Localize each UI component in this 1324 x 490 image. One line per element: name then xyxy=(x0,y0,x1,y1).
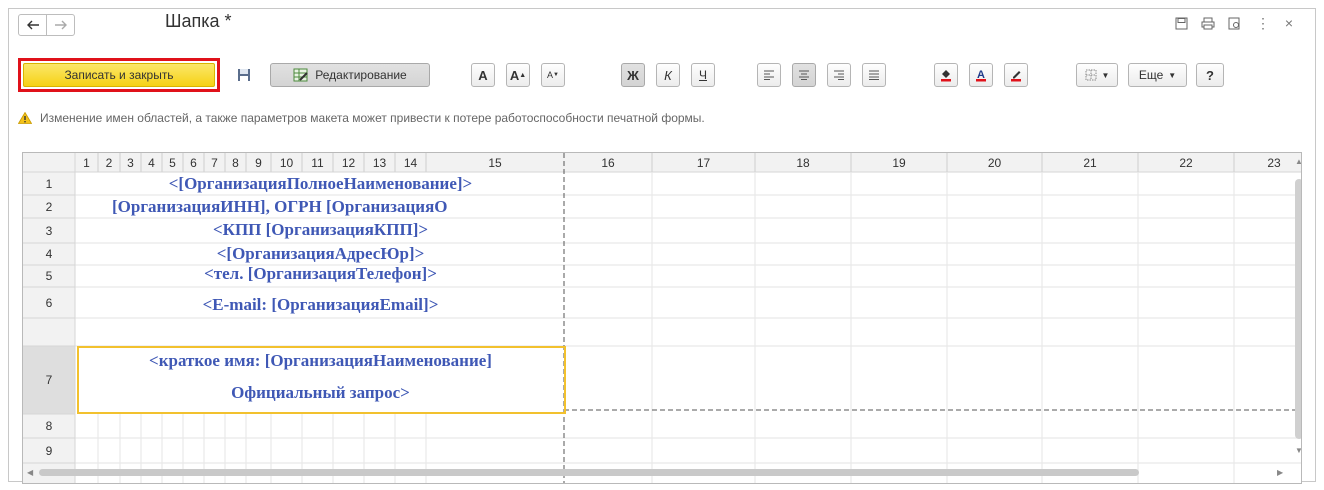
align-right-icon xyxy=(834,70,844,80)
align-left-icon xyxy=(764,70,774,80)
pencil-icon xyxy=(1011,71,1021,82)
vertical-scrollbar[interactable] xyxy=(1295,179,1301,439)
more-vertical-icon[interactable]: ⋮ xyxy=(1254,14,1272,32)
row-header[interactable]: 1 xyxy=(23,172,75,195)
printer-icon[interactable] xyxy=(1199,14,1217,32)
column-header[interactable]: 19 xyxy=(851,153,947,172)
font-grow-button[interactable]: A ▲ xyxy=(506,63,530,87)
warning-icon xyxy=(18,112,32,124)
column-header[interactable]: 6 xyxy=(183,153,204,172)
edit-grid-icon xyxy=(293,68,308,82)
column-header[interactable]: 16 xyxy=(564,153,652,172)
row-header[interactable]: 6 xyxy=(23,287,75,318)
font-grow-label: A xyxy=(509,67,520,83)
close-icon[interactable]: × xyxy=(1280,14,1298,32)
column-header[interactable]: 4 xyxy=(141,153,162,172)
column-header[interactable]: 1 xyxy=(75,153,98,172)
font-shrink-button[interactable]: A ▼ xyxy=(541,63,565,87)
fill-color-button[interactable] xyxy=(934,63,958,87)
edit-mode-toggle[interactable]: Редактирование xyxy=(270,63,430,87)
row-header[interactable]: 4 xyxy=(23,243,75,265)
arrow-right-icon xyxy=(54,20,67,30)
align-justify-icon xyxy=(869,70,879,80)
align-center-button[interactable] xyxy=(792,63,816,87)
column-header[interactable]: 22 xyxy=(1138,153,1234,172)
font-button[interactable]: A xyxy=(471,63,495,87)
row-header[interactable]: 7 xyxy=(23,318,75,414)
align-right-button[interactable] xyxy=(827,63,851,87)
paint-bucket-icon xyxy=(941,70,951,82)
row-header[interactable]: 5 xyxy=(23,265,75,287)
column-header[interactable]: 9 xyxy=(246,153,271,172)
column-header[interactable]: 7 xyxy=(204,153,225,172)
save-close-highlight: Записать и закрыть xyxy=(18,58,220,92)
column-header[interactable]: 13 xyxy=(364,153,395,172)
scroll-right-icon[interactable]: ▶ xyxy=(1277,468,1283,477)
align-center-icon xyxy=(799,70,809,80)
align-left-button[interactable] xyxy=(757,63,781,87)
border-color-button[interactable] xyxy=(1004,63,1028,87)
warning-message: Изменение имен областей, а также парамет… xyxy=(18,111,705,125)
column-header[interactable]: 2 xyxy=(98,153,120,172)
cell-org-email[interactable]: <E-mail: [ОрганизацияEmail]> xyxy=(76,293,565,316)
back-button[interactable] xyxy=(18,14,47,36)
bold-button[interactable]: Ж xyxy=(621,63,645,87)
italic-button[interactable]: К xyxy=(656,63,680,87)
column-header[interactable]: 3 xyxy=(120,153,141,172)
forward-button[interactable] xyxy=(46,14,75,36)
disk-icon[interactable] xyxy=(1172,14,1190,32)
chevron-down-icon: ▼ xyxy=(1101,70,1110,80)
floppy-icon xyxy=(238,69,250,81)
cell-org-inn[interactable]: [ОрганизацияИНН], ОГРН [ОрганизацияО xyxy=(76,195,565,218)
arrow-left-icon xyxy=(26,20,39,30)
up-arrow-icon: ▲ xyxy=(519,71,527,79)
column-header[interactable]: 14 xyxy=(395,153,426,172)
column-header[interactable]: 5 xyxy=(162,153,183,172)
row-header[interactable]: 2 xyxy=(23,195,75,218)
cell-org-phone[interactable]: <тел. [ОрганизацияТелефон]> xyxy=(76,262,565,285)
more-label: Еще xyxy=(1138,68,1164,82)
column-header[interactable]: 15 xyxy=(426,153,564,172)
scroll-left-icon[interactable]: ◀ xyxy=(27,468,33,477)
preview-icon[interactable] xyxy=(1225,14,1243,32)
column-header[interactable]: 12 xyxy=(333,153,364,172)
page-title: Шапка * xyxy=(165,11,232,31)
help-button[interactable]: ? xyxy=(1196,63,1224,87)
down-arrow-icon: ▼ xyxy=(553,72,559,78)
column-header[interactable]: 18 xyxy=(755,153,851,172)
align-justify-button[interactable] xyxy=(862,63,886,87)
scroll-down-icon[interactable]: ▼ xyxy=(1295,446,1301,455)
row-header[interactable]: 9 xyxy=(23,438,75,463)
row-header[interactable]: 3 xyxy=(23,218,75,243)
chevron-down-icon: ▼ xyxy=(1168,70,1177,80)
column-header[interactable]: 11 xyxy=(302,153,333,172)
horizontal-scrollbar[interactable] xyxy=(39,469,1139,476)
borders-dropdown[interactable]: ▼ xyxy=(1076,63,1118,87)
column-header[interactable]: 20 xyxy=(947,153,1042,172)
column-header[interactable]: 17 xyxy=(652,153,755,172)
borders-icon xyxy=(1085,69,1097,81)
column-header[interactable]: 21 xyxy=(1042,153,1138,172)
scroll-up-icon[interactable]: ▲ xyxy=(1295,157,1301,166)
save-button[interactable] xyxy=(234,63,254,87)
column-header[interactable]: 8 xyxy=(225,153,246,172)
column-header[interactable]: 10 xyxy=(271,153,302,172)
row-header[interactable]: 8 xyxy=(23,414,75,438)
underline-button[interactable]: Ч xyxy=(691,63,715,87)
cell-org-kpp[interactable]: <КПП [ОрганизацияКПП]> xyxy=(76,218,565,241)
cell-org-full-name[interactable]: <[ОрганизацияПолноеНаименование]> xyxy=(76,172,565,195)
more-button[interactable]: Еще ▼ xyxy=(1128,63,1187,87)
warning-text: Изменение имен областей, а также парамет… xyxy=(40,111,705,125)
spreadsheet-grid[interactable]: 1 2 3 4 5 6 7 8 9 10 11 12 13 14 15 16 1… xyxy=(22,152,1302,484)
text-color-icon: A xyxy=(976,69,986,82)
text-color-button[interactable]: A xyxy=(969,63,993,87)
column-header[interactable]: 23 xyxy=(1234,153,1301,172)
save-and-close-button[interactable]: Записать и закрыть xyxy=(23,63,215,87)
edit-mode-label: Редактирование xyxy=(315,68,407,82)
selected-cell-frame xyxy=(77,346,566,414)
